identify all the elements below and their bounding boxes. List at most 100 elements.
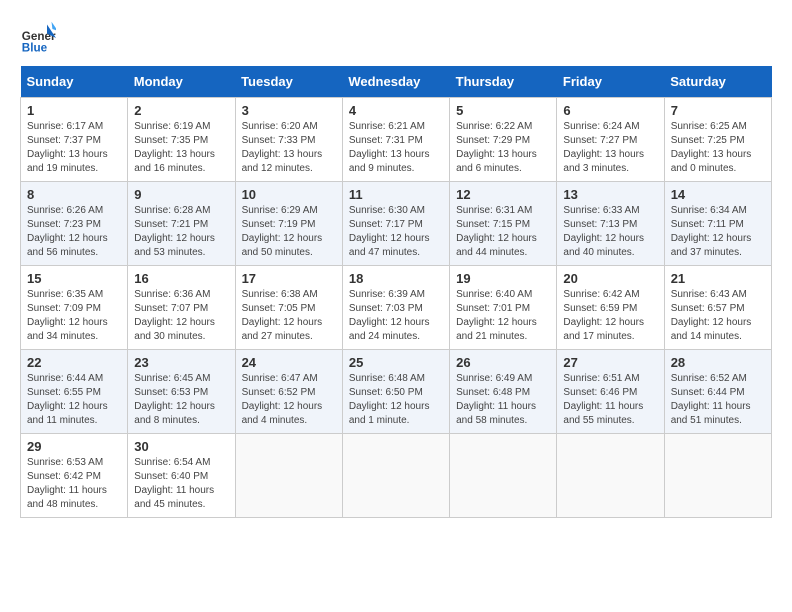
calendar-cell: 25Sunrise: 6:48 AM Sunset: 6:50 PM Dayli… [342, 350, 449, 434]
calendar-cell: 10 Sunrise: 6:29 AM Sunset: 7:19 PM Dayli… [235, 182, 342, 266]
calendar-cell: 5 Sunrise: 6:22 AM Sunset: 7:29 PM Daylig… [450, 98, 557, 182]
day-number: 10 [242, 187, 336, 202]
calendar-cell: 27 Sunrise: 6:51 AM Sunset: 6:46 PM Dayli… [557, 350, 664, 434]
day-number: 8 [27, 187, 121, 202]
calendar-cell: 26 Sunrise: 6:49 AM Sunset: 6:48 PM Dayli… [450, 350, 557, 434]
header-saturday: Saturday [664, 66, 771, 98]
day-info: Sunrise: 6:31 AM Sunset: 7:15 PM Dayligh… [456, 204, 550, 260]
calendar-cell: 24 Sunrise: 6:47 AM Sunset: 6:52 PM Dayli… [235, 350, 342, 434]
calendar-cell: 4 Sunrise: 6:21 AM Sunset: 7:31 PM Daylig… [342, 98, 449, 182]
day-info: Sunrise: 6:52 AM Sunset: 6:44 PM Dayligh… [671, 372, 765, 428]
calendar-cell: 9 Sunrise: 6:28 AM Sunset: 7:21 PM Daylig… [128, 182, 235, 266]
calendar-cell: 7 Sunrise: 6:25 AM Sunset: 7:25 PM Daylig… [664, 98, 771, 182]
day-number: 28 [671, 355, 765, 370]
day-number: 27 [563, 355, 657, 370]
logo-icon: General Blue [20, 20, 56, 56]
day-info: Sunrise: 6:54 AM Sunset: 6:40 PM Dayligh… [134, 456, 228, 512]
day-info: Sunrise: 6:26 AM Sunset: 7:23 PM Dayligh… [27, 204, 121, 260]
day-info: Sunrise: 6:17 AM Sunset: 7:37 PM Dayligh… [27, 120, 121, 176]
header-friday: Friday [557, 66, 664, 98]
calendar-cell: 6 Sunrise: 6:24 AM Sunset: 7:27 PM Daylig… [557, 98, 664, 182]
day-info: Sunrise: 6:29 AM Sunset: 7:19 PM Dayligh… [242, 204, 336, 260]
calendar-cell: 18 Sunrise: 6:39 AM Sunset: 7:03 PM Dayli… [342, 266, 449, 350]
day-number: 11 [349, 187, 443, 202]
header-wednesday: Wednesday [342, 66, 449, 98]
day-number: 29 [27, 439, 121, 454]
day-info: Sunrise: 6:36 AM Sunset: 7:07 PM Dayligh… [134, 288, 228, 344]
calendar-cell [450, 434, 557, 518]
day-info: Sunrise: 6:25 AM Sunset: 7:25 PM Dayligh… [671, 120, 765, 176]
day-info: Sunrise: 6:28 AM Sunset: 7:21 PM Dayligh… [134, 204, 228, 260]
day-number: 21 [671, 271, 765, 286]
calendar-cell: 21 Sunrise: 6:43 AM Sunset: 6:57 PM Dayli… [664, 266, 771, 350]
header-monday: Monday [128, 66, 235, 98]
calendar-cell: 11 Sunrise: 6:30 AM Sunset: 7:17 PM Dayli… [342, 182, 449, 266]
logo: General Blue [20, 20, 56, 56]
day-number: 18 [349, 271, 443, 286]
calendar-week-3: 15 Sunrise: 6:35 AM Sunset: 7:09 PM Dayli… [21, 266, 772, 350]
calendar-cell: 8 Sunrise: 6:26 AM Sunset: 7:23 PM Daylig… [21, 182, 128, 266]
day-number: 14 [671, 187, 765, 202]
day-number: 7 [671, 103, 765, 118]
day-info: Sunrise: 6:20 AM Sunset: 7:33 PM Dayligh… [242, 120, 336, 176]
day-number: 26 [456, 355, 550, 370]
day-info: Sunrise: 6:34 AM Sunset: 7:11 PM Dayligh… [671, 204, 765, 260]
header-tuesday: Tuesday [235, 66, 342, 98]
calendar-cell: 12 Sunrise: 6:31 AM Sunset: 7:15 PM Dayli… [450, 182, 557, 266]
day-info: Sunrise: 6:45 AM Sunset: 6:53 PM Dayligh… [134, 372, 228, 428]
day-number: 6 [563, 103, 657, 118]
day-info: Sunrise: 6:48 AM Sunset: 6:50 PM Dayligh… [349, 372, 443, 428]
day-info: Sunrise: 6:30 AM Sunset: 7:17 PM Dayligh… [349, 204, 443, 260]
calendar-cell: 30Sunrise: 6:54 AM Sunset: 6:40 PM Dayli… [128, 434, 235, 518]
day-number: 22 [27, 355, 121, 370]
page-header: General Blue [20, 20, 772, 56]
day-number: 2 [134, 103, 228, 118]
calendar-cell: 23 Sunrise: 6:45 AM Sunset: 6:53 PM Dayli… [128, 350, 235, 434]
day-info: Sunrise: 6:24 AM Sunset: 7:27 PM Dayligh… [563, 120, 657, 176]
calendar-week-4: 22 Sunrise: 6:44 AM Sunset: 6:55 PM Dayli… [21, 350, 772, 434]
day-info: Sunrise: 6:49 AM Sunset: 6:48 PM Dayligh… [456, 372, 550, 428]
calendar-cell: 1 Sunrise: 6:17 AM Sunset: 7:37 PM Daylig… [21, 98, 128, 182]
day-number: 20 [563, 271, 657, 286]
day-info: Sunrise: 6:22 AM Sunset: 7:29 PM Dayligh… [456, 120, 550, 176]
day-number: 9 [134, 187, 228, 202]
calendar-cell: 22 Sunrise: 6:44 AM Sunset: 6:55 PM Dayli… [21, 350, 128, 434]
day-number: 5 [456, 103, 550, 118]
calendar-cell: 19Sunrise: 6:40 AM Sunset: 7:01 PM Dayli… [450, 266, 557, 350]
calendar-cell: 2 Sunrise: 6:19 AM Sunset: 7:35 PM Daylig… [128, 98, 235, 182]
calendar-cell [557, 434, 664, 518]
day-info: Sunrise: 6:43 AM Sunset: 6:57 PM Dayligh… [671, 288, 765, 344]
calendar-week-1: 1 Sunrise: 6:17 AM Sunset: 7:37 PM Daylig… [21, 98, 772, 182]
day-info: Sunrise: 6:38 AM Sunset: 7:05 PM Dayligh… [242, 288, 336, 344]
day-number: 23 [134, 355, 228, 370]
day-number: 4 [349, 103, 443, 118]
calendar-week-2: 8 Sunrise: 6:26 AM Sunset: 7:23 PM Daylig… [21, 182, 772, 266]
day-info: Sunrise: 6:44 AM Sunset: 6:55 PM Dayligh… [27, 372, 121, 428]
calendar-cell: 28 Sunrise: 6:52 AM Sunset: 6:44 PM Dayli… [664, 350, 771, 434]
day-info: Sunrise: 6:40 AM Sunset: 7:01 PM Dayligh… [456, 288, 550, 344]
calendar-cell: 3 Sunrise: 6:20 AM Sunset: 7:33 PM Daylig… [235, 98, 342, 182]
day-info: Sunrise: 6:19 AM Sunset: 7:35 PM Dayligh… [134, 120, 228, 176]
calendar-cell: 13Sunrise: 6:33 AM Sunset: 7:13 PM Dayli… [557, 182, 664, 266]
day-info: Sunrise: 6:51 AM Sunset: 6:46 PM Dayligh… [563, 372, 657, 428]
day-number: 24 [242, 355, 336, 370]
day-info: Sunrise: 6:35 AM Sunset: 7:09 PM Dayligh… [27, 288, 121, 344]
day-info: Sunrise: 6:21 AM Sunset: 7:31 PM Dayligh… [349, 120, 443, 176]
calendar-cell: 16 Sunrise: 6:36 AM Sunset: 7:07 PM Dayli… [128, 266, 235, 350]
day-number: 16 [134, 271, 228, 286]
calendar-cell: 20Sunrise: 6:42 AM Sunset: 6:59 PM Dayli… [557, 266, 664, 350]
svg-text:Blue: Blue [22, 42, 48, 55]
calendar-cell: 14 Sunrise: 6:34 AM Sunset: 7:11 PM Dayli… [664, 182, 771, 266]
day-info: Sunrise: 6:39 AM Sunset: 7:03 PM Dayligh… [349, 288, 443, 344]
calendar-cell: 15 Sunrise: 6:35 AM Sunset: 7:09 PM Dayli… [21, 266, 128, 350]
calendar-week-5: 29Sunrise: 6:53 AM Sunset: 6:42 PM Dayli… [21, 434, 772, 518]
day-number: 3 [242, 103, 336, 118]
day-number: 15 [27, 271, 121, 286]
day-number: 17 [242, 271, 336, 286]
day-number: 1 [27, 103, 121, 118]
day-info: Sunrise: 6:47 AM Sunset: 6:52 PM Dayligh… [242, 372, 336, 428]
calendar-cell [342, 434, 449, 518]
calendar-cell [235, 434, 342, 518]
day-number: 12 [456, 187, 550, 202]
header-thursday: Thursday [450, 66, 557, 98]
